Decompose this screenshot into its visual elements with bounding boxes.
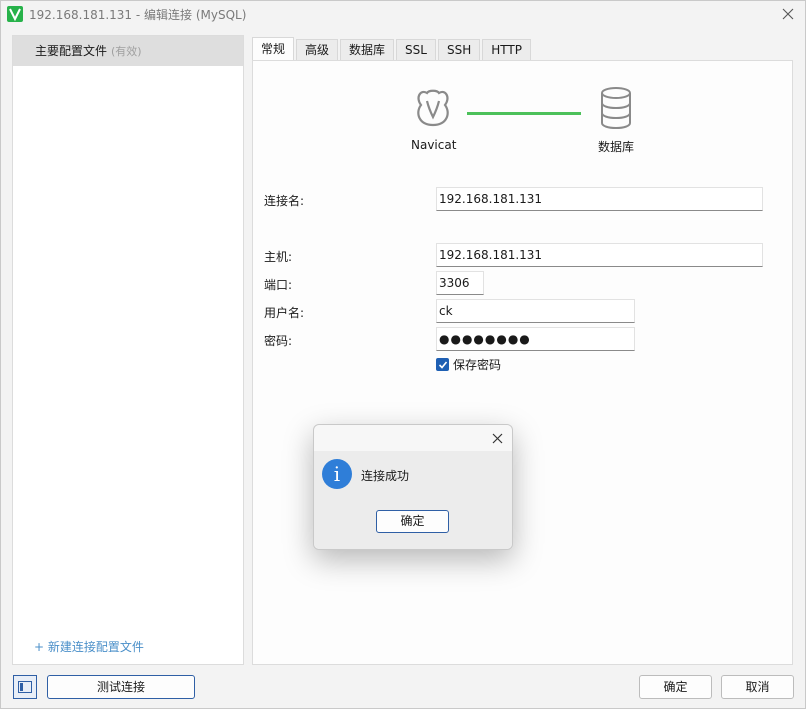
dialog-message: 连接成功 (361, 469, 410, 483)
dialog-ok-button[interactable]: 确定 (376, 510, 449, 533)
navicat-icon (411, 87, 455, 127)
close-icon (492, 433, 502, 443)
info-icon: i (322, 459, 352, 489)
edit-connection-window: 192.168.181.131 - 编辑连接 (MySQL) 主要配置文件 (有效… (0, 0, 806, 709)
ok-button[interactable]: 确定 (639, 675, 712, 699)
username-label: 用户名: (264, 306, 305, 320)
tab-ssl[interactable]: SSL (396, 39, 436, 61)
close-icon (782, 8, 794, 20)
title-bar: 192.168.181.131 - 编辑连接 (MySQL) (1, 1, 805, 27)
port-input[interactable]: 3306 (436, 271, 484, 295)
password-label: 密码: (264, 334, 293, 348)
host-input[interactable]: 192.168.181.131 (436, 243, 763, 267)
connection-name-label: 连接名: (264, 194, 305, 208)
host-label: 主机: (264, 250, 293, 264)
profile-list: 主要配置文件 (有效) + 新建连接配置文件 (12, 35, 244, 665)
save-password-label: 保存密码 (453, 358, 502, 372)
profile-item-label: 主要配置文件 (35, 44, 108, 58)
save-password-checkbox[interactable] (436, 358, 449, 371)
tab-bar: 常规 高级 数据库 SSL SSH HTTP (252, 37, 533, 61)
username-input[interactable]: ck (436, 299, 635, 323)
tab-general[interactable]: 常规 (252, 37, 295, 61)
dialog-title-bar (314, 425, 512, 451)
database-icon (599, 87, 633, 130)
save-password-checkbox-row[interactable]: 保存密码 (436, 356, 501, 373)
general-tab-panel (252, 60, 793, 665)
port-label: 端口: (264, 278, 293, 292)
sidebar-toggle-icon (18, 681, 32, 693)
cancel-button[interactable]: 取消 (721, 675, 794, 699)
connection-name-input[interactable]: 192.168.181.131 (436, 187, 763, 211)
tab-http[interactable]: HTTP (482, 39, 531, 61)
tab-ssh[interactable]: SSH (437, 39, 481, 61)
toggle-sidebar-button[interactable] (13, 675, 37, 699)
connection-success-dialog: i 连接成功 确定 (313, 424, 513, 550)
navicat-label: Navicat (411, 138, 457, 152)
dialog-close-button[interactable] (488, 429, 506, 447)
test-connection-button[interactable]: 测试连接 (47, 675, 195, 699)
window-title: 192.168.181.131 - 编辑连接 (MySQL) (29, 8, 247, 22)
navicat-logo-icon (7, 6, 23, 22)
checkmark-icon (438, 360, 447, 369)
password-input[interactable]: ●●●●●●●● (436, 327, 635, 351)
tab-advanced[interactable]: 高级 (296, 39, 339, 61)
database-label: 数据库 (598, 140, 635, 154)
connection-line (467, 112, 581, 115)
profile-item-status: (有效) (111, 45, 142, 58)
new-profile-link[interactable]: + 新建连接配置文件 (34, 638, 144, 655)
tab-database[interactable]: 数据库 (340, 39, 395, 61)
profile-item-main[interactable]: 主要配置文件 (有效) (13, 36, 243, 66)
dialog-body: i 连接成功 确定 (314, 451, 512, 549)
window-close-button[interactable] (773, 3, 803, 25)
